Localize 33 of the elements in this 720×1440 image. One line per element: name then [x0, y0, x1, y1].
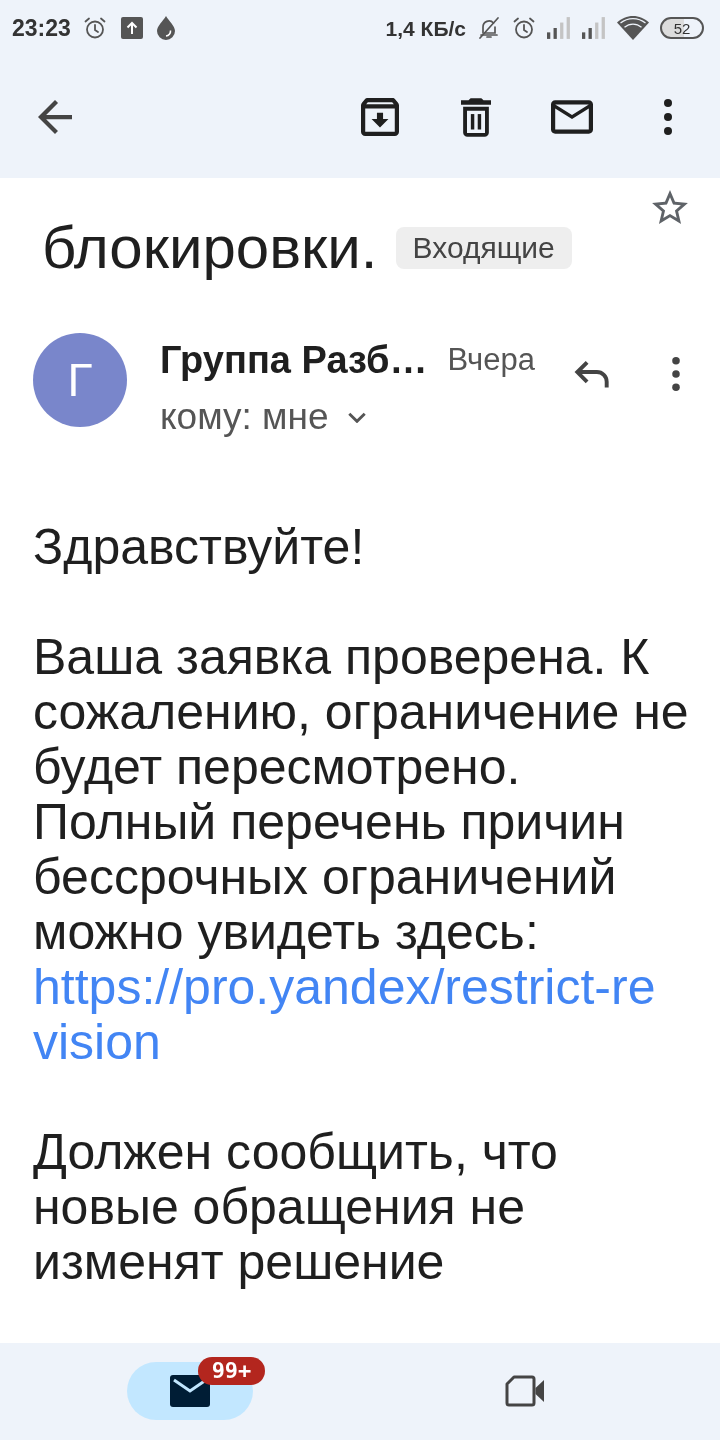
message-date: Вчера	[447, 340, 535, 379]
more-vertical-icon	[672, 357, 680, 391]
body-paragraph: Ваша заявка проверена. К сожалению, ограничение не будет пересмотрено. Полный перечень причин бессрочных ограничений можно увидеть здесь:	[33, 630, 689, 960]
more-vertical-icon	[664, 99, 672, 135]
link[interactable]: https://pro.yandex/restrict-revision	[33, 960, 667, 1070]
email-subject: блокировки.	[42, 218, 378, 278]
chevron-down-icon	[347, 411, 366, 423]
clock-time: 23:23	[12, 16, 71, 40]
reply-arrow-icon	[574, 358, 610, 390]
mail-tab[interactable]: 99+	[127, 1357, 265, 1420]
body-paragraph: Должен сообщить, что новые обращения не изменят решение	[33, 1125, 558, 1290]
back-arrow-icon	[38, 100, 72, 134]
unread-count: 99+	[198, 1357, 265, 1385]
battery-level: 52	[660, 17, 704, 39]
body-paragraph: Здравствуйте!	[33, 520, 365, 575]
trash-icon	[461, 97, 491, 137]
avatar: Г	[33, 333, 127, 427]
bell-off-icon	[477, 16, 501, 40]
sender-name: Группа Разб…	[160, 337, 428, 383]
inbox-label: Входящие	[395, 227, 572, 269]
wifi-icon	[617, 16, 649, 40]
video-camera-icon	[505, 1375, 545, 1407]
envelope-icon	[170, 1375, 210, 1407]
recipient-text: кому: мне	[160, 395, 329, 440]
alarm-clock-icon	[512, 16, 536, 40]
signal-icon	[547, 17, 571, 39]
alarm-clock-icon	[82, 16, 107, 40]
upload-icon	[120, 17, 143, 39]
water-drop-icon	[156, 16, 175, 40]
envelope-icon	[551, 100, 593, 134]
archive-icon	[361, 98, 399, 136]
network-speed: 1,4 КБ/с	[385, 17, 466, 39]
signal-icon	[582, 17, 606, 39]
